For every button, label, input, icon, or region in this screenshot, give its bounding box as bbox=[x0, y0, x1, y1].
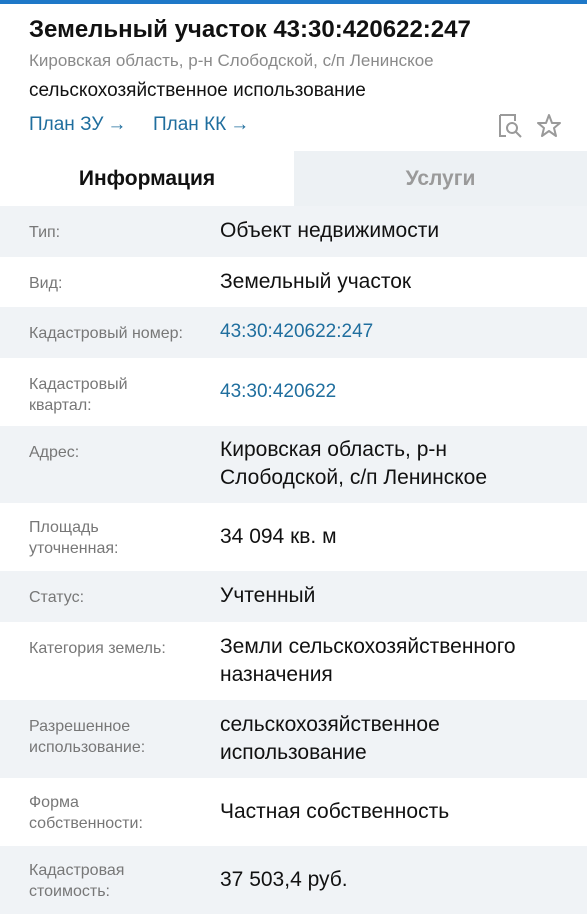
plan-kk-link[interactable]: План КК → bbox=[153, 114, 249, 136]
tab-services[interactable]: Услуги bbox=[294, 151, 587, 206]
arrow-right-icon: → bbox=[107, 114, 127, 135]
row-label: Площадь уточненная: bbox=[29, 519, 119, 557]
tab-bar: Информация Услуги bbox=[0, 151, 587, 206]
row-label: Тип: bbox=[29, 224, 61, 241]
row-value: 37 503,4 руб. bbox=[220, 868, 348, 891]
row-value: Земельный участок bbox=[220, 270, 412, 293]
plan-zu-label: План ЗУ bbox=[29, 114, 104, 135]
search-document-icon[interactable] bbox=[496, 112, 524, 140]
row-label: Форма собственности: bbox=[29, 794, 143, 832]
row-value: Земли сельскохозяйственного назначения bbox=[220, 635, 516, 686]
property-info-table: Тип: Объект недвижимости Вид: Земельный … bbox=[0, 206, 587, 914]
plan-zu-link[interactable]: План ЗУ → bbox=[29, 114, 126, 136]
row-value: Учтенный bbox=[220, 584, 316, 607]
table-row: Кадастровый номер: 43:30:420622:247 bbox=[0, 307, 587, 358]
page-title: Земельный участок 43:30:420622:247 bbox=[29, 16, 471, 43]
table-row: Кадастровый квартал: 43:30:420622 bbox=[0, 358, 587, 426]
table-row: Категория земель: Земли сельскохозяйстве… bbox=[0, 622, 587, 700]
table-row: Разрешенное использование: сельскохозяйс… bbox=[0, 700, 587, 778]
tab-information[interactable]: Информация bbox=[0, 151, 294, 206]
table-row: Вид: Земельный участок bbox=[0, 257, 587, 307]
table-row: Площадь уточненная: 34 094 кв. м bbox=[0, 503, 587, 571]
row-label: Кадастровый номер: bbox=[29, 325, 183, 342]
row-value: Кировская область, р-н Слободской, с/п Л… bbox=[220, 438, 488, 489]
arrow-right-icon: → bbox=[230, 114, 250, 135]
row-label: Адрес: bbox=[29, 444, 80, 461]
row-label: Кадастровый квартал: bbox=[29, 376, 128, 414]
row-label: Вид: bbox=[29, 275, 63, 292]
row-value: Частная собственность bbox=[220, 800, 450, 823]
row-value: 34 094 кв. м bbox=[220, 525, 337, 548]
address-subtitle: Кировская область, р-н Слободской, с/п Л… bbox=[29, 51, 434, 70]
row-label: Категория земель: bbox=[29, 640, 166, 657]
plan-kk-label: План КК bbox=[153, 114, 227, 135]
row-label: Статус: bbox=[29, 589, 85, 606]
row-value: сельскохозяйственное использование bbox=[220, 713, 440, 764]
table-row: Статус: Учтенный bbox=[0, 571, 587, 622]
row-label: Разрешенное использование: bbox=[29, 718, 146, 756]
row-label: Кадастровая стоимость: bbox=[29, 862, 125, 900]
usage-text: сельскохозяйственное использование bbox=[29, 80, 366, 101]
star-icon[interactable] bbox=[535, 112, 563, 140]
cadastral-number-link[interactable]: 43:30:420622:247 bbox=[220, 318, 570, 346]
table-row: Адрес: Кировская область, р-н Слободской… bbox=[0, 426, 587, 503]
table-row: Тип: Объект недвижимости bbox=[0, 206, 587, 257]
table-row: Кадастровая стоимость: 37 503,4 руб. bbox=[0, 846, 587, 914]
header: Земельный участок 43:30:420622:247 Киров… bbox=[0, 4, 587, 151]
cadastral-quarter-link[interactable]: 43:30:420622 bbox=[220, 378, 570, 406]
table-row: Форма собственности: Частная собственнос… bbox=[0, 778, 587, 846]
row-value: Объект недвижимости bbox=[220, 219, 440, 242]
